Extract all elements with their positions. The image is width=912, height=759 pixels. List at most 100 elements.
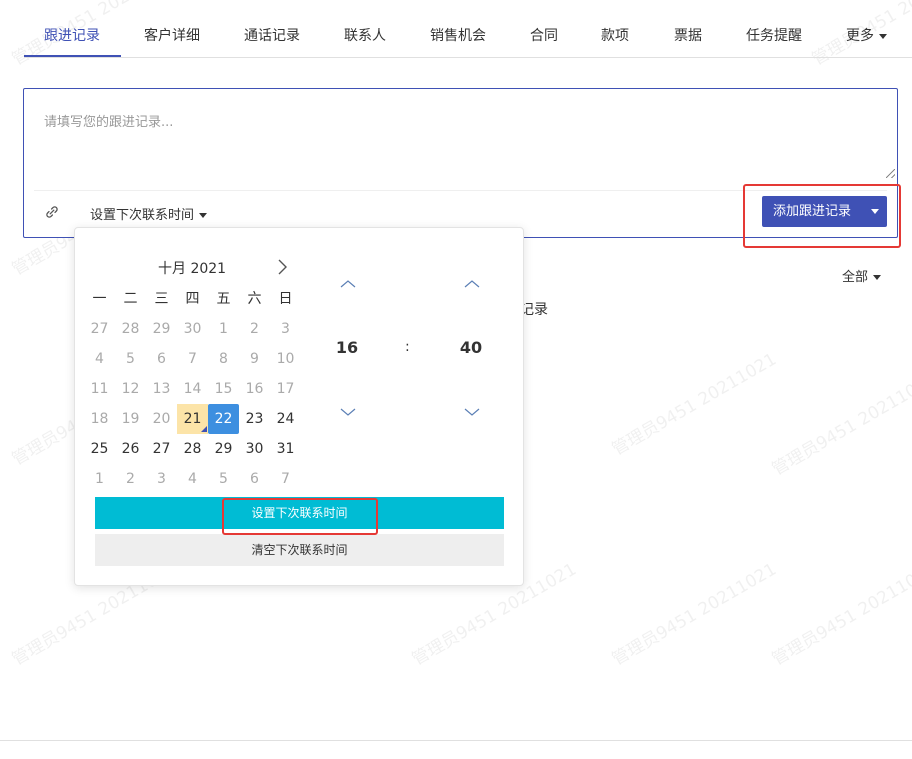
calendar-day[interactable]: 31 xyxy=(270,434,301,464)
calendar-day[interactable]: 1 xyxy=(84,464,115,494)
calendar-day[interactable]: 13 xyxy=(146,374,177,404)
calendar-day[interactable]: 3 xyxy=(270,314,301,344)
hour-increment-chevron-up-icon[interactable] xyxy=(338,278,358,290)
tab-contacts[interactable]: 联系人 xyxy=(344,14,386,58)
calendar-day[interactable]: 5 xyxy=(115,344,146,374)
calendar-day[interactable]: 17 xyxy=(270,374,301,404)
calendar-week-row: 11 12 13 14 15 16 17 xyxy=(84,374,301,404)
calendar-day[interactable]: 1 xyxy=(208,314,239,344)
resize-handle[interactable] xyxy=(886,169,895,178)
weekday-label: 一 xyxy=(92,291,107,307)
calendar-week-row: 25 26 27 28 29 30 31 xyxy=(84,434,301,464)
minute-decrement-chevron-down-icon[interactable] xyxy=(462,406,482,418)
calendar-week-row: 1234567 xyxy=(84,464,301,494)
calendar-day[interactable]: 19 xyxy=(115,404,146,434)
calendar-day[interactable]: 27 xyxy=(84,314,115,344)
add-follow-up-button-group: 添加跟进记录 xyxy=(762,196,887,227)
hour-decrement-chevron-down-icon[interactable] xyxy=(338,406,358,418)
chevron-down-icon xyxy=(199,213,208,218)
calendar-day[interactable]: 15 xyxy=(208,374,239,404)
tab-more-label: 更多 xyxy=(846,28,874,44)
calendar-day[interactable]: 2 xyxy=(239,314,270,344)
tab-task-reminders[interactable]: 任务提醒 xyxy=(746,14,802,58)
next-contact-time-toggle[interactable]: 设置下次联系时间 xyxy=(90,204,208,223)
calendar-day[interactable]: 30 xyxy=(177,314,208,344)
calendar-day[interactable]: 29 xyxy=(146,314,177,344)
calendar-day[interactable]: 6 xyxy=(146,344,177,374)
calendar-day[interactable]: 30 xyxy=(239,434,270,464)
tab-payments[interactable]: 款项 xyxy=(601,14,629,58)
calendar-day[interactable]: 3 xyxy=(146,464,177,494)
calendar-day[interactable]: 18 xyxy=(84,404,115,434)
divider xyxy=(0,740,912,741)
calendar-day[interactable]: 8 xyxy=(208,344,239,374)
chevron-right-icon[interactable] xyxy=(274,256,292,278)
active-tab-indicator xyxy=(24,55,121,57)
watermark: 管理员9451 20211021 xyxy=(768,369,912,480)
calendar-day[interactable]: 4 xyxy=(84,344,115,374)
tab-more[interactable]: 更多 xyxy=(846,14,887,58)
calendar-weekday-row: 一 二 三 四 五 六 日 xyxy=(84,284,301,314)
weekday-label: 二 xyxy=(123,291,138,307)
calendar-day[interactable]: 11 xyxy=(84,374,115,404)
empty-records-text: 记录 xyxy=(520,302,548,318)
calendar-day[interactable]: 7 xyxy=(177,344,208,374)
calendar-day[interactable]: 12 xyxy=(115,374,146,404)
tab-invoices[interactable]: 票据 xyxy=(674,14,702,58)
calendar-day[interactable]: 24 xyxy=(270,404,301,434)
divider xyxy=(34,190,887,191)
calendar-day-today[interactable]: 21 xyxy=(177,404,208,434)
calendar-week-row: 27 28 29 30 1 2 3 xyxy=(84,314,301,344)
calendar-day[interactable]: 2 xyxy=(115,464,146,494)
add-follow-up-dropdown-toggle[interactable] xyxy=(862,196,887,227)
follow-up-editor: 设置下次联系时间 添加跟进记录 xyxy=(23,88,898,238)
link-icon[interactable] xyxy=(44,204,60,220)
tab-call-records[interactable]: 通话记录 xyxy=(244,14,300,58)
hour-value[interactable]: 16 xyxy=(327,338,367,357)
calendar-month-year: 十月 2021 xyxy=(158,261,227,277)
watermark: 管理员9451 20211021 xyxy=(608,349,780,460)
tab-contracts[interactable]: 合同 xyxy=(530,14,558,58)
weekday-label: 五 xyxy=(216,291,231,307)
calendar-day[interactable]: 7 xyxy=(270,464,301,494)
watermark: 管理员9451 20211021 xyxy=(608,559,780,670)
add-follow-up-button[interactable]: 添加跟进记录 xyxy=(762,196,862,227)
weekday-label: 日 xyxy=(278,291,293,307)
filter-dropdown[interactable]: 全部 xyxy=(842,266,882,285)
follow-up-textarea[interactable] xyxy=(24,89,897,181)
calendar-day[interactable]: 6 xyxy=(239,464,270,494)
chevron-down-icon xyxy=(879,33,887,39)
datetime-picker-popover: 十月 2021 一 二 三 四 五 六 日 27 28 29 30 1 2 3 4 5 6 7 8 9 1… xyxy=(74,227,524,586)
weekday-label: 三 xyxy=(154,291,169,307)
calendar-day[interactable]: 28 xyxy=(177,434,208,464)
calendar-day[interactable]: 25 xyxy=(84,434,115,464)
calendar-week-row: 4 5 6 7 8 9 10 xyxy=(84,344,301,374)
chevron-down-icon xyxy=(870,209,879,214)
calendar-day[interactable]: 9 xyxy=(239,344,270,374)
calendar-day[interactable]: 5 xyxy=(208,464,239,494)
calendar-day[interactable]: 4 xyxy=(177,464,208,494)
calendar-day[interactable]: 14 xyxy=(177,374,208,404)
calendar-day-selected[interactable]: 22 xyxy=(208,404,239,434)
set-next-contact-time-button[interactable]: 设置下次联系时间 xyxy=(95,497,504,529)
calendar-day[interactable]: 23 xyxy=(239,404,270,434)
minute-increment-chevron-up-icon[interactable] xyxy=(462,278,482,290)
calendar-week-row: 18 19 20 21 22 23 24 xyxy=(84,404,301,434)
time-separator: : xyxy=(405,339,410,355)
calendar-day[interactable]: 20 xyxy=(146,404,177,434)
tab-sales-opportunities[interactable]: 销售机会 xyxy=(430,14,486,58)
tab-follow-up[interactable]: 跟进记录 xyxy=(44,14,100,58)
tab-customer-details[interactable]: 客户详细 xyxy=(144,14,200,58)
clear-next-contact-time-button[interactable]: 清空下次联系时间 xyxy=(95,534,504,566)
weekday-label: 六 xyxy=(247,291,262,307)
calendar-day[interactable]: 16 xyxy=(239,374,270,404)
filter-label: 全部 xyxy=(842,270,869,285)
calendar-day[interactable]: 29 xyxy=(208,434,239,464)
chevron-down-icon xyxy=(873,275,882,280)
calendar-grid: 一 二 三 四 五 六 日 27 28 29 30 1 2 3 4 5 6 7 8 9 10 11 12 13 1… xyxy=(84,284,301,494)
calendar-day[interactable]: 27 xyxy=(146,434,177,464)
calendar-day[interactable]: 10 xyxy=(270,344,301,374)
minute-value[interactable]: 40 xyxy=(451,338,491,357)
calendar-day[interactable]: 26 xyxy=(115,434,146,464)
calendar-day[interactable]: 28 xyxy=(115,314,146,344)
